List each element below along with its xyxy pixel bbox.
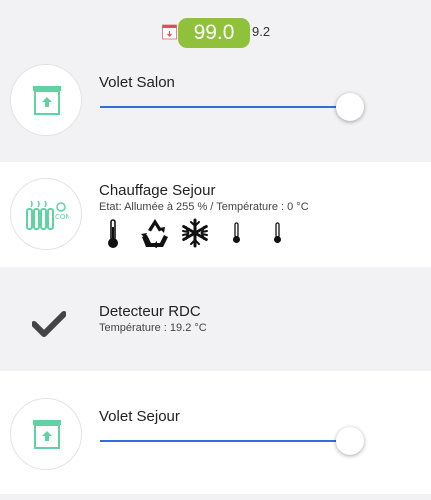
device-row-detecteur-rdc: Detecteur RDC Température : 19.2 °C	[0, 267, 431, 371]
shutter-slider-knob[interactable]	[336, 427, 364, 455]
thermometer-small-icon[interactable]	[232, 222, 241, 244]
radiator-icon: CONF	[26, 200, 69, 230]
top-bar: 99.0 9.2	[0, 0, 431, 56]
thermometer-small-icon[interactable]	[273, 222, 282, 244]
device-status: Température : 19.2 °C	[99, 322, 207, 334]
device-row-volet-salon: Volet Salon	[0, 56, 431, 162]
device-icon-circle[interactable]	[10, 398, 82, 470]
device-title: Volet Sejour	[99, 408, 180, 425]
bottom-divider	[0, 494, 431, 500]
shutter-slider-track[interactable]	[100, 440, 350, 442]
device-title: Chauffage Sejour	[99, 182, 216, 199]
device-icon-circle[interactable]	[10, 64, 82, 136]
value-badge[interactable]: 99.0	[178, 18, 250, 48]
svg-text:CONF: CONF	[55, 213, 69, 221]
shutter-icon	[33, 420, 61, 449]
secondary-value: 9.2	[252, 24, 271, 39]
recycle-icon[interactable]	[139, 218, 171, 248]
shutter-slider-knob[interactable]	[336, 93, 364, 121]
device-row-volet-sejour: Volet Sejour	[0, 371, 431, 494]
device-status: Etat: Allumée à 255 % / Température : 0 …	[99, 201, 309, 213]
device-title: Volet Salon	[99, 74, 175, 91]
shutter-icon	[33, 86, 61, 115]
calendar-icon[interactable]	[162, 23, 177, 40]
checkmark-icon	[32, 311, 66, 337]
snowflake-icon[interactable]	[180, 218, 210, 248]
shutter-slider-track[interactable]	[100, 106, 350, 108]
thermometer-icon[interactable]	[106, 219, 120, 249]
device-row-chauffage-sejour: CONF Chauffage Sejour Etat: Allumée à 25…	[0, 162, 431, 267]
device-title: Detecteur RDC	[99, 303, 201, 320]
device-icon-circle[interactable]: CONF	[10, 178, 82, 250]
